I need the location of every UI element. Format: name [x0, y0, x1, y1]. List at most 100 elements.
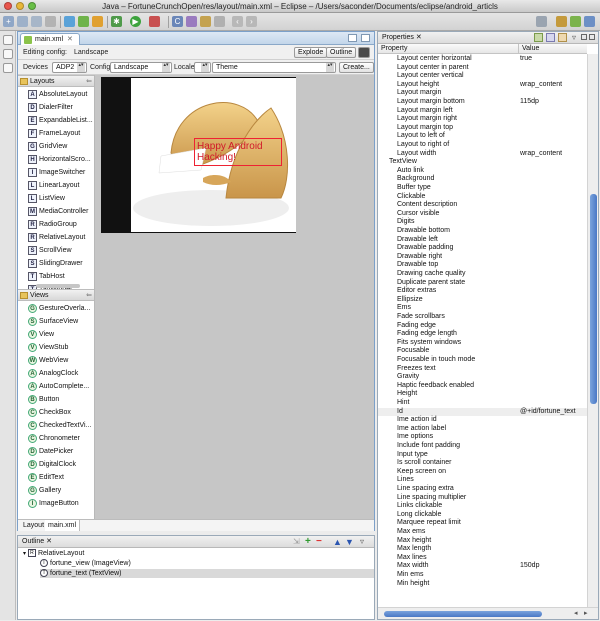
forward-icon[interactable]: ›	[246, 16, 257, 27]
tab-main-xml[interactable]: main.xml ✕	[20, 33, 80, 45]
android-avd-icon[interactable]	[78, 16, 89, 27]
property-row[interactable]: Line spacing multiplier	[378, 494, 587, 503]
property-value[interactable]: wrap_content	[520, 81, 562, 90]
minimize-editor-icon[interactable]	[348, 34, 357, 42]
property-row[interactable]: Focusable	[378, 347, 587, 356]
property-row[interactable]: Layout center horizontal true	[378, 55, 587, 64]
palette-item[interactable]: F FrameLayout	[28, 127, 80, 140]
property-row[interactable]: Is scroll container	[378, 459, 587, 468]
property-row[interactable]: Min ems	[378, 571, 587, 580]
palette-item[interactable]: H HorizontalScro...	[28, 153, 91, 166]
external-tools-icon[interactable]	[149, 16, 160, 27]
property-row[interactable]: Include font padding	[378, 442, 587, 451]
property-row[interactable]: Fits system windows	[378, 339, 587, 348]
outline-child-row-selected[interactable]: Tfortune_text (TextView)	[40, 569, 374, 578]
property-row[interactable]: Digits	[378, 218, 587, 227]
outline-button[interactable]: Outline	[326, 47, 357, 58]
back-icon[interactable]: ‹	[232, 16, 243, 27]
palette-item[interactable]: A AutoComplete...	[28, 380, 89, 393]
property-value[interactable]: wrap_content	[520, 150, 562, 159]
property-row[interactable]: Editor extras	[378, 287, 587, 296]
categories-icon[interactable]	[534, 33, 543, 42]
property-row[interactable]: Long clickable	[378, 511, 587, 520]
property-row[interactable]: Layout margin	[378, 89, 587, 98]
palette-item[interactable]: W WebView	[28, 354, 68, 367]
move-down-icon[interactable]: ▼	[345, 536, 354, 548]
property-row[interactable]: Layout center vertical	[378, 72, 587, 81]
close-view-icon[interactable]: ✕	[46, 538, 52, 545]
tab-xml-source[interactable]: main.xml	[45, 520, 81, 531]
new-class-icon[interactable]: C	[172, 16, 183, 27]
palette-item[interactable]: A AnalogClock	[28, 367, 78, 380]
scroll-left-icon[interactable]: ◂	[574, 609, 578, 617]
value-column-header[interactable]: Value	[518, 44, 539, 54]
outline-child-row[interactable]: Ifortune_view (ImageView)	[40, 559, 131, 568]
close-tab-icon[interactable]: ✕	[67, 36, 73, 43]
layout-canvas[interactable]: Happy Android Hacking!	[95, 75, 374, 530]
print-icon[interactable]	[45, 16, 56, 27]
new-project-icon[interactable]	[92, 16, 103, 27]
config-select[interactable]: Landscape	[110, 62, 172, 73]
property-row[interactable]: Marquee repeat limit	[378, 519, 587, 528]
property-row[interactable]: Content description	[378, 201, 587, 210]
palette-item[interactable]: D DatePicker	[28, 445, 73, 458]
property-row[interactable]: Max length	[378, 545, 587, 554]
palette-item[interactable]: V View	[28, 328, 54, 341]
property-value[interactable]: @+id/fortune_text	[520, 408, 576, 417]
property-row[interactable]: Layout center in parent	[378, 64, 587, 73]
palette-item[interactable]: R RadioGroup	[28, 218, 77, 231]
property-row[interactable]: Ellipsize	[378, 296, 587, 305]
palette-item[interactable]: M MediaController	[28, 205, 88, 218]
property-row[interactable]: Max width 150dp	[378, 562, 587, 571]
minimize-view-icon[interactable]	[581, 34, 587, 40]
expand-icon[interactable]: ▾	[23, 551, 26, 557]
property-row[interactable]: Fading edge length	[378, 330, 587, 339]
property-row[interactable]: Drawable left	[378, 236, 587, 245]
theme-select[interactable]: Theme	[212, 62, 336, 73]
properties-horizontal-scrollbar[interactable]: ◂ ▸	[378, 607, 598, 619]
create-config-button[interactable]: Create...	[339, 62, 374, 73]
move-up-icon[interactable]: ▲	[333, 536, 342, 548]
property-column-header[interactable]: Property	[381, 44, 407, 54]
save-icon[interactable]	[31, 16, 42, 27]
zoom-window-icon[interactable]	[28, 2, 36, 10]
palette-item[interactable]: R RelativeLayout	[28, 231, 85, 244]
property-row[interactable]: Drawing cache quality	[378, 270, 587, 279]
close-view-icon[interactable]: ✕	[416, 34, 422, 41]
collapse-all-icon[interactable]: ⇲	[293, 537, 300, 546]
tab-outline[interactable]: Outline ✕	[22, 536, 52, 548]
collapse-icon[interactable]: ⇐	[86, 76, 92, 87]
new-icon[interactable]: +	[3, 16, 14, 27]
palette-item[interactable]: E ExpandableList...	[28, 114, 93, 127]
view-menu-icon[interactable]: ▿	[572, 32, 576, 44]
property-row[interactable]: Ime action id	[378, 416, 587, 425]
property-row[interactable]: Layout width wrap_content	[378, 150, 587, 159]
palette-item[interactable]: C CheckedTextVi...	[28, 419, 91, 432]
remove-icon[interactable]: −	[316, 536, 322, 548]
debug-perspective-icon[interactable]	[584, 16, 595, 27]
open-type-icon[interactable]	[186, 16, 197, 27]
property-row[interactable]: Max height	[378, 537, 587, 546]
restore-default-icon[interactable]	[558, 33, 567, 42]
property-row[interactable]: Buffer type	[378, 184, 587, 193]
palette-item[interactable]: G GridView	[28, 140, 67, 153]
palette-item[interactable]: B Button	[28, 393, 59, 406]
palette-item[interactable]: I ImageSwitcher	[28, 166, 85, 179]
java-perspective-icon[interactable]	[556, 16, 567, 27]
palette-item[interactable]: G GestureOverla...	[28, 302, 90, 315]
property-row[interactable]: Auto link	[378, 167, 587, 176]
palette-item[interactable]: L LinearLayout	[28, 179, 79, 192]
outline-root-row[interactable]: ▾ R RelativeLayout	[23, 549, 84, 558]
grid-toggle-icon[interactable]	[358, 47, 370, 58]
palette-item[interactable]: G Gallery	[28, 484, 61, 497]
palette-item[interactable]: T TabHost	[28, 270, 65, 283]
devices-select[interactable]: ADP2	[52, 62, 87, 73]
property-row[interactable]: Layout margin left	[378, 107, 587, 116]
property-row[interactable]: Freezes text	[378, 365, 587, 374]
hierarchy-icon[interactable]	[3, 63, 13, 73]
property-row[interactable]: Layout to left of	[378, 132, 587, 141]
property-row[interactable]: Layout margin right	[378, 115, 587, 124]
property-category-row[interactable]: ▾ TextView	[378, 158, 587, 167]
view-menu-icon[interactable]: ▿	[360, 536, 364, 548]
property-row[interactable]: Height	[378, 390, 587, 399]
